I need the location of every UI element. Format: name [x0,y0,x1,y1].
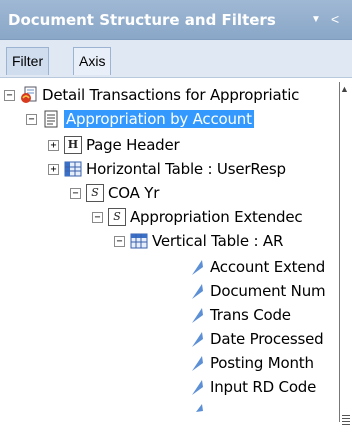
tab-axis[interactable]: Axis [73,47,112,75]
scroll-up-icon[interactable]: ▲ [340,84,349,94]
tree-item-coa-yr[interactable]: − S COA Yr [70,182,159,204]
tree-item-label: Page Header [86,136,180,154]
tab-filter[interactable]: Filter [6,47,50,75]
tree-item-account-extend[interactable]: Account Extend [188,256,325,278]
tree-item-page-header[interactable]: + H Page Header [48,134,180,156]
section-icon: S [108,208,126,226]
column-cell-icon [188,402,206,420]
tree-item-label: Input RD Code [210,378,317,396]
column-cell-icon [188,330,206,348]
column-cell-icon [188,306,206,324]
tree-item-trans-code[interactable]: Trans Code [188,304,291,326]
tree-item-appropriation-by-account[interactable]: − Appropriation by Account [26,108,254,130]
tree-item-label: Date Processed [210,330,324,348]
tree-item-label: Document Num [210,282,326,300]
column-cell-icon [188,378,206,396]
tree-item-posting-month[interactable]: Posting Month [188,352,314,374]
panel-title-bar: Document Structure and Filters ▼ < [0,0,352,40]
collapse-icon[interactable]: − [114,235,125,247]
tree-item-input-rd-code[interactable]: Input RD Code [188,376,316,398]
collapse-icon[interactable]: − [92,211,103,223]
tree-item-label: Horizontal Table : UserResp [86,160,286,178]
tree-item-label: Detail Transactions for Appropriatic [42,86,300,104]
resize-grip-icon[interactable] [342,415,350,427]
scrollbar-track[interactable] [339,82,340,422]
tree-item-document-num[interactable]: Document Num [188,280,326,302]
tree-item-horizontal-table[interactable]: + Horizontal Table : UserResp [48,158,286,180]
header-section-icon: H [64,136,82,154]
collapse-icon[interactable]: − [70,187,81,199]
tree-item-appropriation-extended[interactable]: − S Appropriation Extendec [92,206,303,228]
tree-item-label: COA Yr [108,184,160,202]
report-page-icon [42,110,60,128]
expand-icon[interactable]: + [48,139,59,151]
tree-item-label: Account Extend [210,258,326,276]
tree-item-label: Posting Month [210,354,314,372]
tree-item-report[interactable]: − Detail Transactions for Appropriatic [4,84,299,106]
section-icon: S [86,184,104,202]
tree-item-vertical-table[interactable]: − Vertical Table : AR [114,230,283,252]
tree-item-label: Appropriation by Account [64,110,254,128]
tree-item-partial [188,400,210,422]
tree-item-label: Appropriation Extendec [130,208,303,226]
horizontal-table-icon [64,160,82,178]
panel-title: Document Structure and Filters [8,11,276,29]
collapse-icon[interactable]: − [26,113,37,125]
column-cell-icon [188,258,206,276]
column-cell-icon [188,282,206,300]
tab-bar: Filter Axis [0,40,352,78]
document-structure-tree: − Detail Transactions for Appropriatic −… [0,78,344,434]
tree-item-label: Vertical Table : AR [152,232,284,250]
column-cell-icon [188,354,206,372]
expand-icon[interactable]: + [48,163,59,175]
tree-item-date-processed[interactable]: Date Processed [188,328,324,350]
collapse-icon[interactable]: − [4,89,15,101]
report-document-icon [20,86,38,104]
close-icon[interactable]: < [331,11,339,27]
caret-down-icon[interactable]: ▼ [311,14,321,25]
vertical-table-icon [130,232,148,250]
tree-item-label: Trans Code [210,306,291,324]
